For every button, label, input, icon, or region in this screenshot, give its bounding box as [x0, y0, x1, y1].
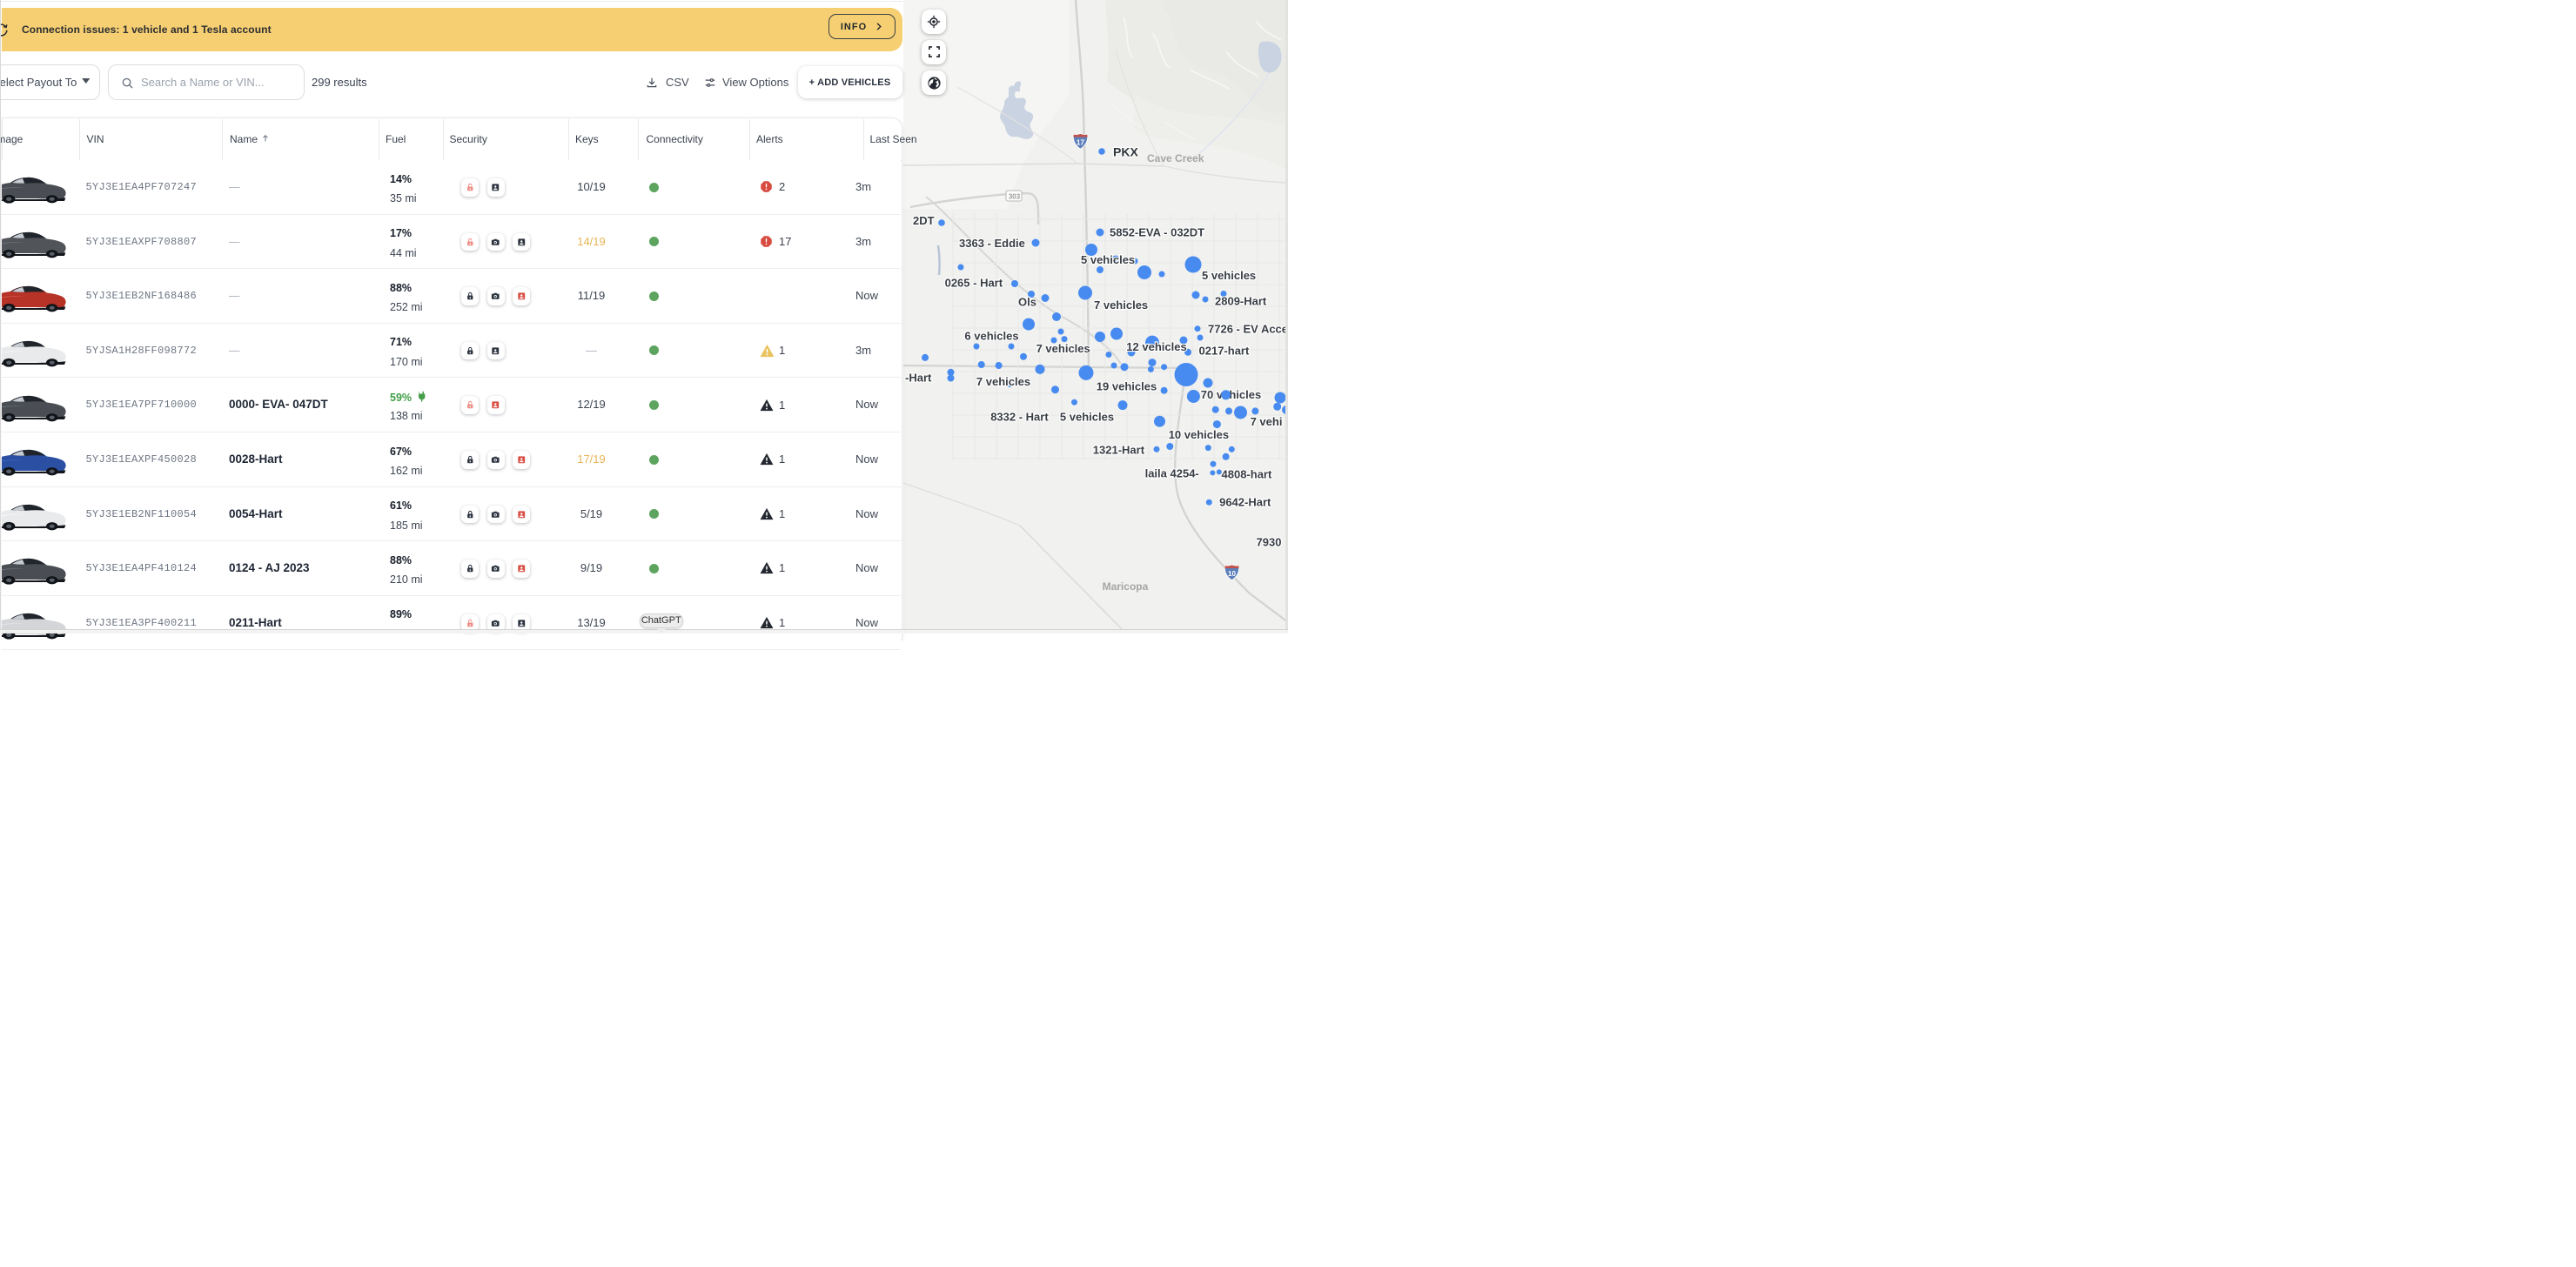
svg-text:6 vehicles: 6 vehicles	[964, 330, 1018, 343]
svg-text:17: 17	[1077, 138, 1084, 146]
svg-text:19 vehicles: 19 vehicles	[1097, 379, 1157, 392]
svg-text:Cave Creek: Cave Creek	[1147, 152, 1204, 164]
svg-text:Maricopa: Maricopa	[1103, 580, 1149, 593]
svg-text:0265 - Hart: 0265 - Hart	[945, 276, 1003, 289]
svg-text:70 vehicles: 70 vehicles	[1201, 388, 1261, 401]
svg-text:0217-hart: 0217-hart	[1199, 345, 1250, 358]
svg-text:1321-Hart: 1321-Hart	[1093, 443, 1145, 456]
svg-text:laila 4254-: laila 4254-	[1145, 467, 1199, 480]
svg-text:7 vehi: 7 vehi	[1251, 415, 1283, 428]
svg-text:303: 303	[1009, 193, 1021, 201]
svg-text:7 vehicles: 7 vehicles	[1094, 298, 1148, 312]
svg-text:Ols: Ols	[1018, 295, 1036, 308]
svg-text:5 vehicles: 5 vehicles	[1081, 253, 1135, 266]
svg-text:5 vehicles: 5 vehicles	[1202, 269, 1256, 282]
svg-text:12 vehicles: 12 vehicles	[1126, 340, 1186, 353]
svg-text:5852-EVA - 032DT: 5852-EVA - 032DT	[1110, 225, 1204, 238]
svg-text:7 vehicles: 7 vehicles	[976, 375, 1030, 388]
svg-text:5 vehicles: 5 vehicles	[1060, 411, 1114, 424]
svg-text:-Hart: -Hart	[905, 372, 932, 385]
svg-text:8332 - Hart: 8332 - Hart	[990, 411, 1049, 424]
svg-text:3363 - Eddie: 3363 - Eddie	[959, 237, 1025, 250]
svg-text:2809-Hart: 2809-Hart	[1215, 294, 1267, 307]
svg-text:10 vehicles: 10 vehicles	[1169, 428, 1229, 441]
svg-text:2DT: 2DT	[913, 214, 935, 227]
svg-text:4808-hart: 4808-hart	[1222, 468, 1272, 481]
svg-text:7930: 7930	[1257, 535, 1282, 548]
svg-text:9642-Hart: 9642-Hart	[1219, 496, 1271, 509]
svg-text:7726 - EV Acce: 7726 - EV Acce	[1208, 322, 1288, 335]
svg-text:7 vehicles: 7 vehicles	[1036, 342, 1090, 355]
svg-text:10: 10	[1228, 570, 1236, 578]
svg-text:PKX: PKX	[1113, 145, 1138, 159]
